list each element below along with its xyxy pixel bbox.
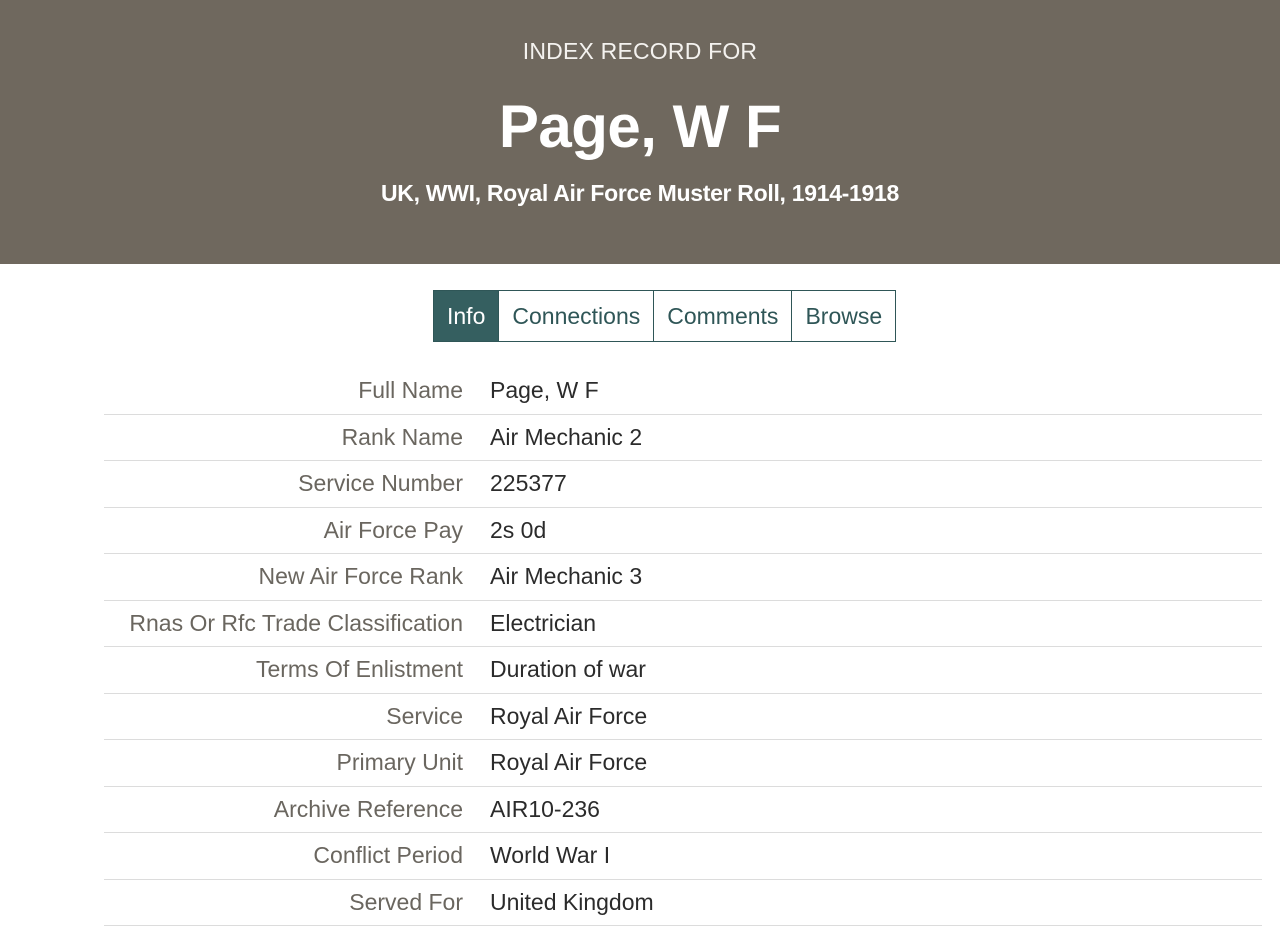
- header-kicker: INDEX RECORD FOR: [522, 38, 758, 64]
- tab-connections[interactable]: Connections: [498, 290, 655, 342]
- field-label: Rnas Or Rfc Trade Classification: [129, 609, 463, 636]
- record-row-full-name: Full Name Page, W F: [104, 368, 1262, 415]
- field-label: Terms Of Enlistment: [255, 656, 463, 683]
- field-label: Full Name: [358, 377, 463, 404]
- field-value: 2s 0d: [490, 516, 547, 543]
- field-label: Rank Name: [341, 423, 463, 450]
- record-row-terms-of-enlistment: Terms Of Enlistment Duration of war: [104, 647, 1262, 694]
- field-label: Service Number: [298, 470, 463, 497]
- record-row-rank-name: Rank Name Air Mechanic 2: [104, 415, 1262, 461]
- record-row-new-air-force-rank: New Air Force Rank Air Mechanic 3: [104, 554, 1262, 601]
- record-row-primary-unit: Primary Unit Royal Air Force: [104, 740, 1262, 787]
- field-value: Electrician: [490, 609, 597, 636]
- field-value: Air Mechanic 2: [490, 423, 643, 450]
- record-row-trade-classification: Rnas Or Rfc Trade Classification Electri…: [104, 601, 1262, 647]
- field-value: Royal Air Force: [490, 749, 648, 776]
- field-value: Air Mechanic 3: [490, 563, 643, 590]
- field-label: Served For: [349, 888, 463, 915]
- tab-browse[interactable]: Browse: [791, 290, 897, 342]
- field-value: Duration of war: [490, 656, 646, 683]
- field-label: Archive Reference: [273, 795, 463, 822]
- field-value: World War I: [490, 842, 611, 869]
- field-label: Primary Unit: [336, 749, 463, 776]
- record-row-service: Service Royal Air Force: [104, 694, 1262, 740]
- field-label: Service: [386, 702, 463, 729]
- field-value: 225377: [490, 470, 567, 497]
- record-row-service-number: Service Number 225377: [104, 461, 1262, 508]
- collection-subtitle: UK, WWI, Royal Air Force Muster Roll, 19…: [380, 180, 900, 206]
- field-value: AIR10-236: [490, 795, 600, 822]
- record-row-served-for: Served For United Kingdom: [104, 880, 1262, 926]
- field-label: New Air Force Rank: [258, 563, 463, 590]
- field-label: Air Force Pay: [323, 516, 463, 543]
- record-tabs: Info Connections Comments Browse: [433, 290, 897, 342]
- record-header: INDEX RECORD FOR Page, W F UK, WWI, Roya…: [0, 0, 1280, 264]
- record-row-conflict-period: Conflict Period World War I: [104, 833, 1262, 880]
- page-title: Page, W F: [498, 93, 782, 160]
- tab-comments[interactable]: Comments: [653, 290, 793, 342]
- record-table: Full Name Page, W F Rank Name Air Mechan…: [104, 368, 1262, 926]
- field-value: Page, W F: [490, 377, 599, 404]
- field-label: Conflict Period: [313, 842, 463, 869]
- field-value: Royal Air Force: [490, 702, 648, 729]
- record-row-archive-reference: Archive Reference AIR10-236: [104, 787, 1262, 833]
- field-value: United Kingdom: [490, 888, 654, 915]
- tab-info[interactable]: Info: [433, 290, 500, 342]
- record-row-air-force-pay: Air Force Pay 2s 0d: [104, 508, 1262, 554]
